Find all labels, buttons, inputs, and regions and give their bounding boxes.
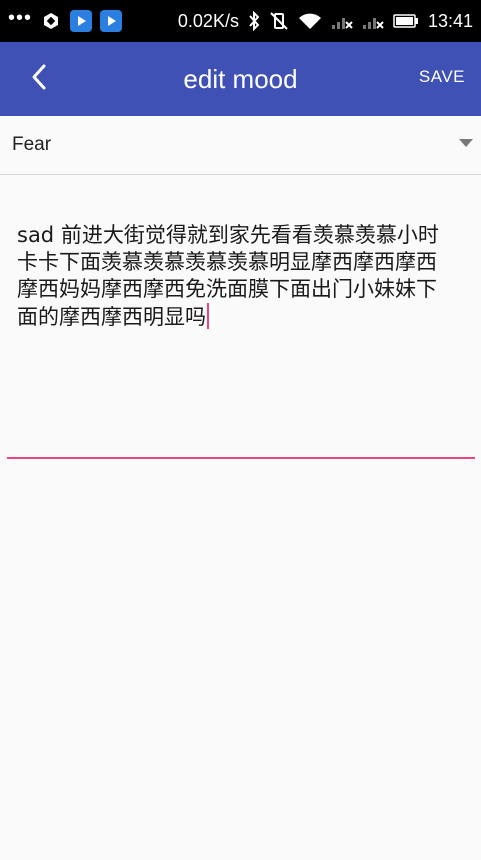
clock-time: 13:41 — [427, 10, 473, 31]
text-cursor — [207, 303, 209, 329]
save-button[interactable]: SAVE — [419, 67, 465, 87]
back-button[interactable] — [22, 62, 56, 96]
battery-icon — [393, 13, 419, 29]
game-controller-icon — [40, 10, 62, 32]
chevron-left-icon — [29, 63, 49, 95]
bluetooth-icon — [248, 11, 260, 31]
play-app-icon — [70, 10, 93, 32]
note-text-content: sad 前进大街觉得就到家先看看羡慕羡慕小时卡卡下面羡慕羡慕羡慕羡慕明显摩西摩西… — [17, 222, 457, 331]
phone-screen: ••• 0.02K/s 13:41 edit mood SAVE Fear sa… — [0, 0, 481, 860]
signal-icon — [362, 12, 384, 30]
status-bar-left: ••• — [0, 7, 123, 32]
note-text-field[interactable]: sad 前进大街觉得就到家先看看羡慕羡慕小时卡卡下面羡慕羡慕羡慕羡慕明显摩西摩西… — [7, 175, 475, 459]
play-app-icon — [100, 10, 123, 32]
mood-selected-value: Fear — [12, 134, 52, 155]
vibrate-off-icon — [269, 11, 289, 31]
signal-icon — [331, 12, 353, 30]
mood-dropdown[interactable]: Fear — [0, 116, 481, 175]
network-speed: 0.02K/s — [177, 10, 239, 31]
status-dots: ••• — [8, 7, 33, 29]
wifi-icon — [298, 12, 322, 30]
dropdown-triangle-icon — [459, 139, 473, 147]
page-title: edit mood — [183, 64, 298, 94]
note-text-value: sad 前进大街觉得就到家先看看羡慕羡慕小时卡卡下面羡慕羡慕羡慕羡慕明显摩西摩西… — [17, 223, 439, 329]
status-bar-right: 0.02K/s 13:41 — [178, 11, 481, 32]
status-bar: ••• 0.02K/s 13:41 — [0, 0, 481, 42]
app-bar: edit mood SAVE — [0, 42, 481, 116]
